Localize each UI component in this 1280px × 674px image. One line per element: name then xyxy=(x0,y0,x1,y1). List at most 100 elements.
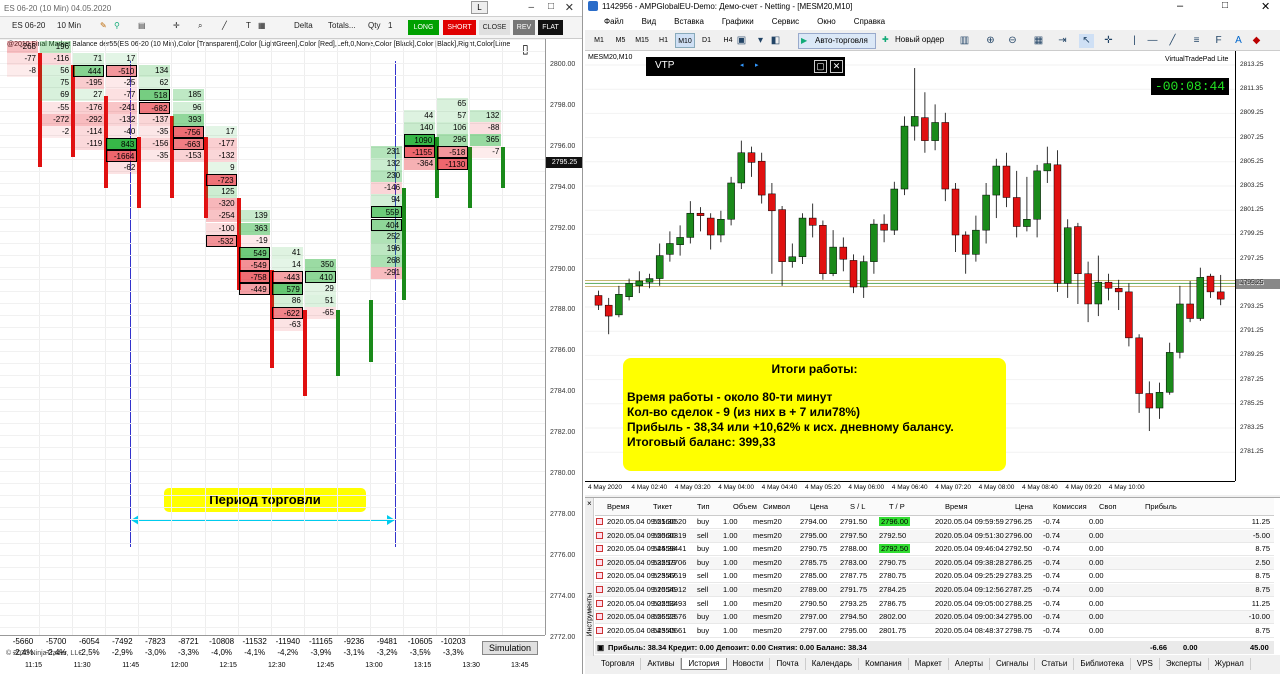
autoscroll-icon[interactable]: ⇥ xyxy=(1055,34,1070,48)
long-button[interactable]: LONG xyxy=(408,20,439,35)
palette-icon[interactable]: ▦ xyxy=(258,21,266,30)
tab-Компания[interactable]: Компания xyxy=(859,658,909,670)
reverse-button[interactable]: REV xyxy=(513,20,535,35)
mt-close-icon[interactable]: ✕ xyxy=(1261,0,1270,13)
minimize-icon[interactable]: – xyxy=(528,2,534,13)
tab-Торговля[interactable]: Торговля xyxy=(595,658,642,670)
mt-chart[interactable]: MESM20,M10 VTP ◂ ▸ ▢ ✕ VirtualTradePad L… xyxy=(585,51,1280,495)
column-header[interactable]: Время xyxy=(607,502,630,511)
menu-item[interactable]: Графики xyxy=(722,17,754,26)
tab-Новости[interactable]: Новости xyxy=(727,658,771,670)
vertical-line-icon[interactable]: | xyxy=(1127,34,1142,48)
tab-Маркет[interactable]: Маркет xyxy=(909,658,949,670)
mt-maximize-icon[interactable]: □ xyxy=(1222,0,1228,11)
fibo-icon[interactable]: F xyxy=(1211,34,1226,48)
tab-Эксперты[interactable]: Эксперты xyxy=(1160,658,1209,670)
menu-item[interactable]: Вставка xyxy=(674,17,704,26)
column-header[interactable]: Тип xyxy=(697,502,710,511)
tab-Сигналы[interactable]: Сигналы xyxy=(990,658,1036,670)
column-header[interactable]: Цена xyxy=(810,502,828,511)
template-icon[interactable]: ▾ xyxy=(753,34,768,48)
timeframe-m15[interactable]: M15 xyxy=(632,33,652,48)
column-header[interactable]: S / L xyxy=(850,502,865,511)
indicator-icon[interactable]: ⚲ xyxy=(114,21,120,30)
mt-minimize-icon[interactable]: – xyxy=(1177,0,1183,12)
flat-button[interactable]: FLAT xyxy=(538,20,563,35)
horizontal-line-icon[interactable]: — xyxy=(1145,34,1160,48)
table-row[interactable]: 2020.05.04 09:10:26 52554912 sell 1.00 mesm2… xyxy=(595,584,1274,597)
lock-button[interactable]: L xyxy=(471,1,488,14)
profile-icon[interactable]: ◧ xyxy=(768,34,783,48)
tab-Алерты[interactable]: Алерты xyxy=(949,658,990,670)
vtp-min-icon[interactable]: ▢ xyxy=(814,60,827,73)
timeframe-m10[interactable]: M10 xyxy=(675,33,695,48)
channel-icon[interactable]: ≡ xyxy=(1189,34,1204,48)
tab-История[interactable]: История xyxy=(681,658,727,670)
short-button[interactable]: SHORT xyxy=(443,20,476,35)
autotrade-button[interactable]: ▶ Авто-торговля xyxy=(798,33,876,49)
column-header[interactable]: Объем xyxy=(733,502,757,511)
column-header[interactable]: Прибыль xyxy=(1145,502,1177,511)
table-row[interactable]: 2020.05.04 09:50:30 52560319 sell 1.00 mesm2… xyxy=(595,529,1274,543)
table-row[interactable]: 2020.05.04 09:02:52 52553493 sell 1.00 mesm2… xyxy=(595,598,1274,611)
column-header[interactable]: Комиссия xyxy=(1053,502,1087,511)
text-tool-icon[interactable]: A xyxy=(1231,34,1246,48)
vtp-close-icon[interactable]: ✕ xyxy=(830,60,843,73)
cursor-icon[interactable]: ↖ xyxy=(1079,34,1094,48)
pencil-icon[interactable]: ✎ xyxy=(100,21,107,30)
properties-icon[interactable]: ▤ xyxy=(138,21,146,30)
table-row[interactable]: 2020.05.04 08:43:45 52550661 buy 1.00 mesm20… xyxy=(595,625,1274,638)
tab-VPS[interactable]: VPS xyxy=(1131,658,1160,670)
close-icon[interactable]: ✕ xyxy=(565,1,574,14)
trendline-icon[interactable]: ╱ xyxy=(1165,34,1180,48)
tab-Активы[interactable]: Активы xyxy=(641,658,682,670)
toolbox-close-icon[interactable]: × xyxy=(587,499,592,508)
qty-value[interactable]: 1 xyxy=(388,21,392,30)
tab-Библиотека[interactable]: Библиотека xyxy=(1074,658,1131,670)
totals-menu[interactable]: Totals... xyxy=(328,21,356,30)
timeframe-h1[interactable]: H1 xyxy=(654,33,674,48)
text-icon[interactable]: T xyxy=(246,21,251,30)
menu-item[interactable]: Справка xyxy=(854,17,885,26)
menu-item[interactable]: Сервис xyxy=(772,17,799,26)
crosshair-icon[interactable]: ✛ xyxy=(173,21,180,30)
delta-mode[interactable]: Delta xyxy=(294,21,313,30)
draw-tool-icon[interactable]: ╱ xyxy=(222,21,227,30)
table-row[interactable]: 2020.05.04 09:32:19 52557706 buy 1.00 mesm20… xyxy=(595,556,1274,570)
column-header[interactable]: T / P xyxy=(889,502,905,511)
timeframe-h4[interactable]: H4 xyxy=(718,33,738,48)
tab-Журнал[interactable]: Журнал xyxy=(1209,658,1251,670)
close-position-button[interactable]: CLOSE xyxy=(479,20,510,35)
maximize-icon[interactable]: □ xyxy=(548,1,554,12)
bar-chart-icon[interactable]: ▥ xyxy=(957,34,972,48)
table-row[interactable]: 2020.05.04 09:51:30 52560520 buy 1.00 mesm20… xyxy=(595,516,1274,529)
zoom-icon[interactable]: ⌕ xyxy=(198,21,202,31)
timeframe-d1[interactable]: D1 xyxy=(697,33,717,48)
column-header[interactable]: Символ xyxy=(763,502,790,511)
column-header[interactable]: Своп xyxy=(1099,502,1117,511)
shapes-icon[interactable]: ◆ xyxy=(1249,34,1264,48)
table-row[interactable]: 2020.05.04 09:44:38 52559441 buy 1.00 mesm20… xyxy=(595,543,1274,557)
table-row[interactable]: 2020.05.04 08:56:23 52552576 buy 1.00 mesm20… xyxy=(595,611,1274,625)
vtp-next-icon[interactable]: ▸ xyxy=(755,61,759,69)
table-row[interactable]: 2020.05.04 09:23:47 52556619 sell 1.00 mesm2… xyxy=(595,570,1274,584)
timeframe-m5[interactable]: M5 xyxy=(611,33,631,48)
tile-icon[interactable]: ▦ xyxy=(1031,34,1046,48)
tab-Почта[interactable]: Почта xyxy=(770,658,806,670)
footprint-chart[interactable]: @2010 Final Market Balance der55(ES 06-2… xyxy=(0,39,545,635)
menu-item[interactable]: Файл xyxy=(604,17,624,26)
crosshair-icon[interactable]: ✛ xyxy=(1101,34,1116,48)
zoom-in-icon[interactable]: ⊕ xyxy=(983,34,998,48)
instrument-selector[interactable]: ES 06-20 xyxy=(12,21,45,30)
vtp-panel[interactable]: VTP ◂ ▸ ▢ ✕ xyxy=(646,57,845,76)
menu-item[interactable]: Окно xyxy=(817,17,836,26)
timeframe-m1[interactable]: M1 xyxy=(589,33,609,48)
new-order-button[interactable]: ✚ Новый ордер xyxy=(881,33,949,49)
column-header[interactable]: Цена xyxy=(1015,502,1033,511)
tab-Календарь[interactable]: Календарь xyxy=(806,658,860,670)
menu-item[interactable]: Вид xyxy=(642,17,656,26)
tab-Статьи[interactable]: Статьи xyxy=(1035,658,1075,670)
zoom-out-icon[interactable]: ⊖ xyxy=(1005,34,1020,48)
interval-selector[interactable]: 10 Min xyxy=(57,21,81,30)
column-header[interactable]: Время xyxy=(945,502,968,511)
